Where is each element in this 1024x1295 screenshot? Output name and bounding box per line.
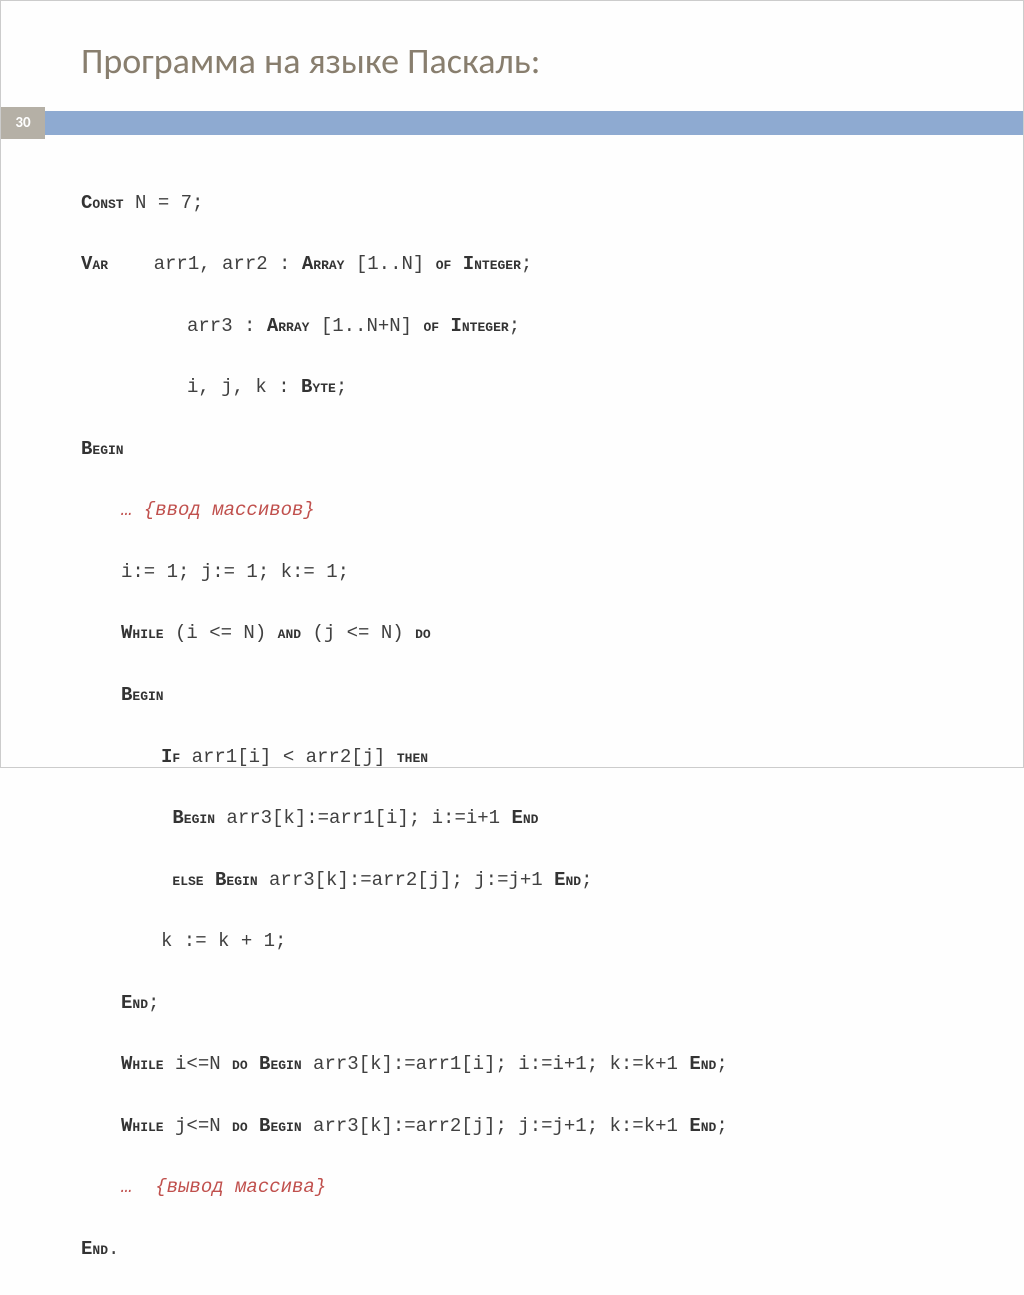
code-line: Begin arr3[k]:=arr1[i]; i:=i+1 End bbox=[81, 803, 983, 834]
code-block: Const N = 7; Var arr1, arr2 : Array [1..… bbox=[1, 135, 1023, 1295]
code-line: i, j, k : Byte; bbox=[81, 372, 983, 403]
code-line: While j<=N do Begin arr3[k]:=arr2[j]; j:… bbox=[81, 1111, 983, 1142]
code-line: arr3 : Array [1..N+N] of Integer; bbox=[81, 311, 983, 342]
code-line: End. bbox=[81, 1234, 983, 1265]
code-line: End; bbox=[81, 988, 983, 1019]
code-line: … {вывод массива} bbox=[81, 1172, 983, 1203]
code-line: k := k + 1; bbox=[81, 926, 983, 957]
title-area: Программа на языке Паскаль: bbox=[1, 1, 1023, 111]
code-line: While (i <= N) and (j <= N) do bbox=[81, 618, 983, 649]
divider-bar: 30 bbox=[1, 111, 1023, 135]
code-line: While i<=N do Begin arr3[k]:=arr1[i]; i:… bbox=[81, 1049, 983, 1080]
code-line: Begin bbox=[81, 434, 983, 465]
code-line: … {ввод массивов} bbox=[81, 495, 983, 526]
code-line: Begin bbox=[81, 680, 983, 711]
code-line: i:= 1; j:= 1; k:= 1; bbox=[81, 557, 983, 588]
code-line: else Begin arr3[k]:=arr2[j]; j:=j+1 End; bbox=[81, 865, 983, 896]
slide-title: Программа на языке Паскаль: bbox=[81, 39, 1023, 83]
code-line: Var arr1, arr2 : Array [1..N] of Integer… bbox=[81, 249, 983, 280]
code-line: Const N = 7; bbox=[81, 188, 983, 219]
page-number-badge: 30 bbox=[1, 107, 45, 139]
